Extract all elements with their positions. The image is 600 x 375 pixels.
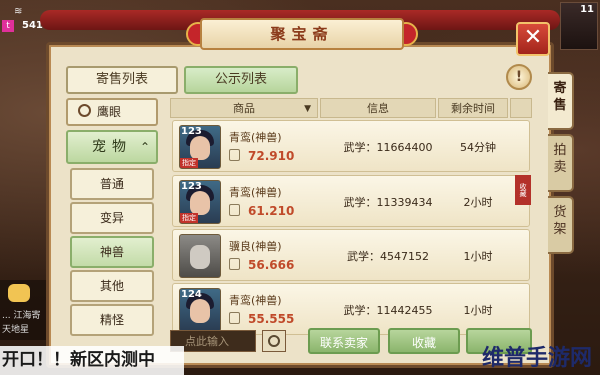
pet-name: 青鸾(神兽) — [229, 186, 282, 199]
category-item-other[interactable]: 其他 — [70, 270, 154, 302]
favorite-button[interactable]: 收藏 — [388, 328, 460, 354]
table-row[interactable]: 123 指定 青鸾(神兽) 61.210 武学：11339434 2小时 收藏 — [172, 175, 531, 227]
side-tab-shelf[interactable]: 货架 — [548, 196, 574, 254]
portrait-label: 11 — [580, 4, 594, 15]
side-tab-label: 拍卖 — [553, 143, 567, 175]
search-icon — [78, 104, 91, 117]
side-tab-consign[interactable]: 寄售 — [548, 72, 574, 130]
pet-price: 55.555 — [229, 312, 294, 326]
pet-level: 123 — [181, 181, 202, 192]
category-header-label: 宠物 — [92, 139, 132, 155]
currency-icon — [229, 312, 240, 324]
pet-portrait — [179, 234, 221, 278]
info-icon[interactable]: ! — [506, 64, 532, 90]
category-pets-header[interactable]: 宠物 ⌃ — [66, 130, 158, 164]
side-tab-label: 货架 — [553, 205, 567, 237]
remaining-time: 1小时 — [463, 304, 493, 317]
table-header: 商品 ▼ 信息 剩余时间 — [170, 98, 532, 118]
price-value: 61.210 — [248, 204, 295, 218]
side-tab-label: 寄售 — [553, 81, 567, 113]
chat-bubble-icon[interactable] — [8, 284, 30, 302]
search-icon — [268, 335, 280, 347]
close-button[interactable]: ✕ — [516, 22, 550, 56]
pet-portrait: 123 指定 — [179, 180, 221, 224]
pet-name: 青鸾(神兽) — [229, 294, 282, 307]
pet-name: 骥良(神兽) — [229, 240, 282, 253]
column-header-time: 剩余时间 — [438, 98, 508, 118]
category-item-normal[interactable]: 普通 — [70, 168, 154, 200]
pet-price: 72.910 — [229, 149, 294, 163]
table-row[interactable]: 骥良(神兽) 56.666 武学：4547152 1小时 — [172, 229, 530, 281]
search-button-label: 鹰眼 — [97, 105, 122, 119]
price-value: 72.910 — [248, 149, 295, 163]
remaining-time: 1小时 — [463, 250, 493, 263]
pet-info: 武学：11442455 — [343, 304, 433, 317]
column-header-item[interactable]: 商品 ▼ — [170, 98, 318, 118]
pet-info: 武学：11664400 — [343, 141, 433, 154]
pet-info: 武学：11339434 — [343, 196, 433, 209]
site-watermark: 维普手游网 — [481, 346, 592, 371]
chat-line: ... 江海寄 — [2, 311, 41, 321]
currency-icon — [229, 258, 240, 270]
remaining-time: 54分钟 — [460, 141, 496, 154]
currency-icon — [229, 149, 240, 161]
search-icon-button[interactable] — [262, 330, 286, 352]
category-item-divine-beast[interactable]: 神兽 — [70, 236, 154, 268]
side-tab-auction[interactable]: 拍卖 — [548, 134, 574, 192]
chat-preview[interactable]: ... 江海寄 天地星 — [0, 280, 52, 340]
eagle-eye-search-button[interactable]: 鹰眼 — [66, 98, 158, 126]
column-header-info: 信息 — [320, 98, 436, 118]
window-title: 聚宝斋 — [200, 18, 404, 50]
pet-name: 青鸾(神兽) — [229, 131, 282, 144]
currency-icon — [229, 204, 240, 216]
favorited-badge: 收藏 — [515, 175, 531, 205]
notification-badge: t — [2, 20, 14, 32]
pet-info: 武学：4547152 — [347, 250, 429, 263]
promo-banner: 开口！！新区内测中 — [0, 346, 184, 375]
designated-tag: 指定 — [180, 158, 198, 168]
table-row[interactable]: 123 指定 青鸾(神兽) 72.910 武学：11664400 54分钟 — [172, 120, 530, 172]
price-value: 56.666 — [248, 258, 295, 272]
column-header-label: 商品 — [233, 102, 255, 115]
category-item-mutant[interactable]: 变异 — [70, 202, 154, 234]
chevron-up-icon: ⌃ — [139, 140, 150, 154]
tab-sale-list[interactable]: 寄售列表 — [66, 66, 178, 94]
tab-public-list[interactable]: 公示列表 — [184, 66, 298, 94]
column-header-blank — [510, 98, 532, 118]
wifi-icon: ≋ — [14, 6, 23, 17]
contact-seller-button[interactable]: 联系卖家 — [308, 328, 380, 354]
sort-down-icon[interactable]: ▼ — [304, 99, 311, 119]
chat-line: 天地星 — [2, 325, 30, 335]
pet-portrait: 124 — [179, 288, 221, 332]
pet-level: 124 — [181, 289, 202, 300]
price-value: 55.555 — [248, 312, 295, 326]
pet-price: 61.210 — [229, 204, 294, 218]
designated-tag: 指定 — [180, 213, 198, 223]
remaining-time: 2小时 — [463, 196, 493, 209]
pet-level: 123 — [181, 126, 202, 137]
category-item-spirit[interactable]: 精怪 — [70, 304, 154, 336]
pet-portrait: 123 指定 — [179, 125, 221, 169]
pet-price: 56.666 — [229, 258, 294, 272]
